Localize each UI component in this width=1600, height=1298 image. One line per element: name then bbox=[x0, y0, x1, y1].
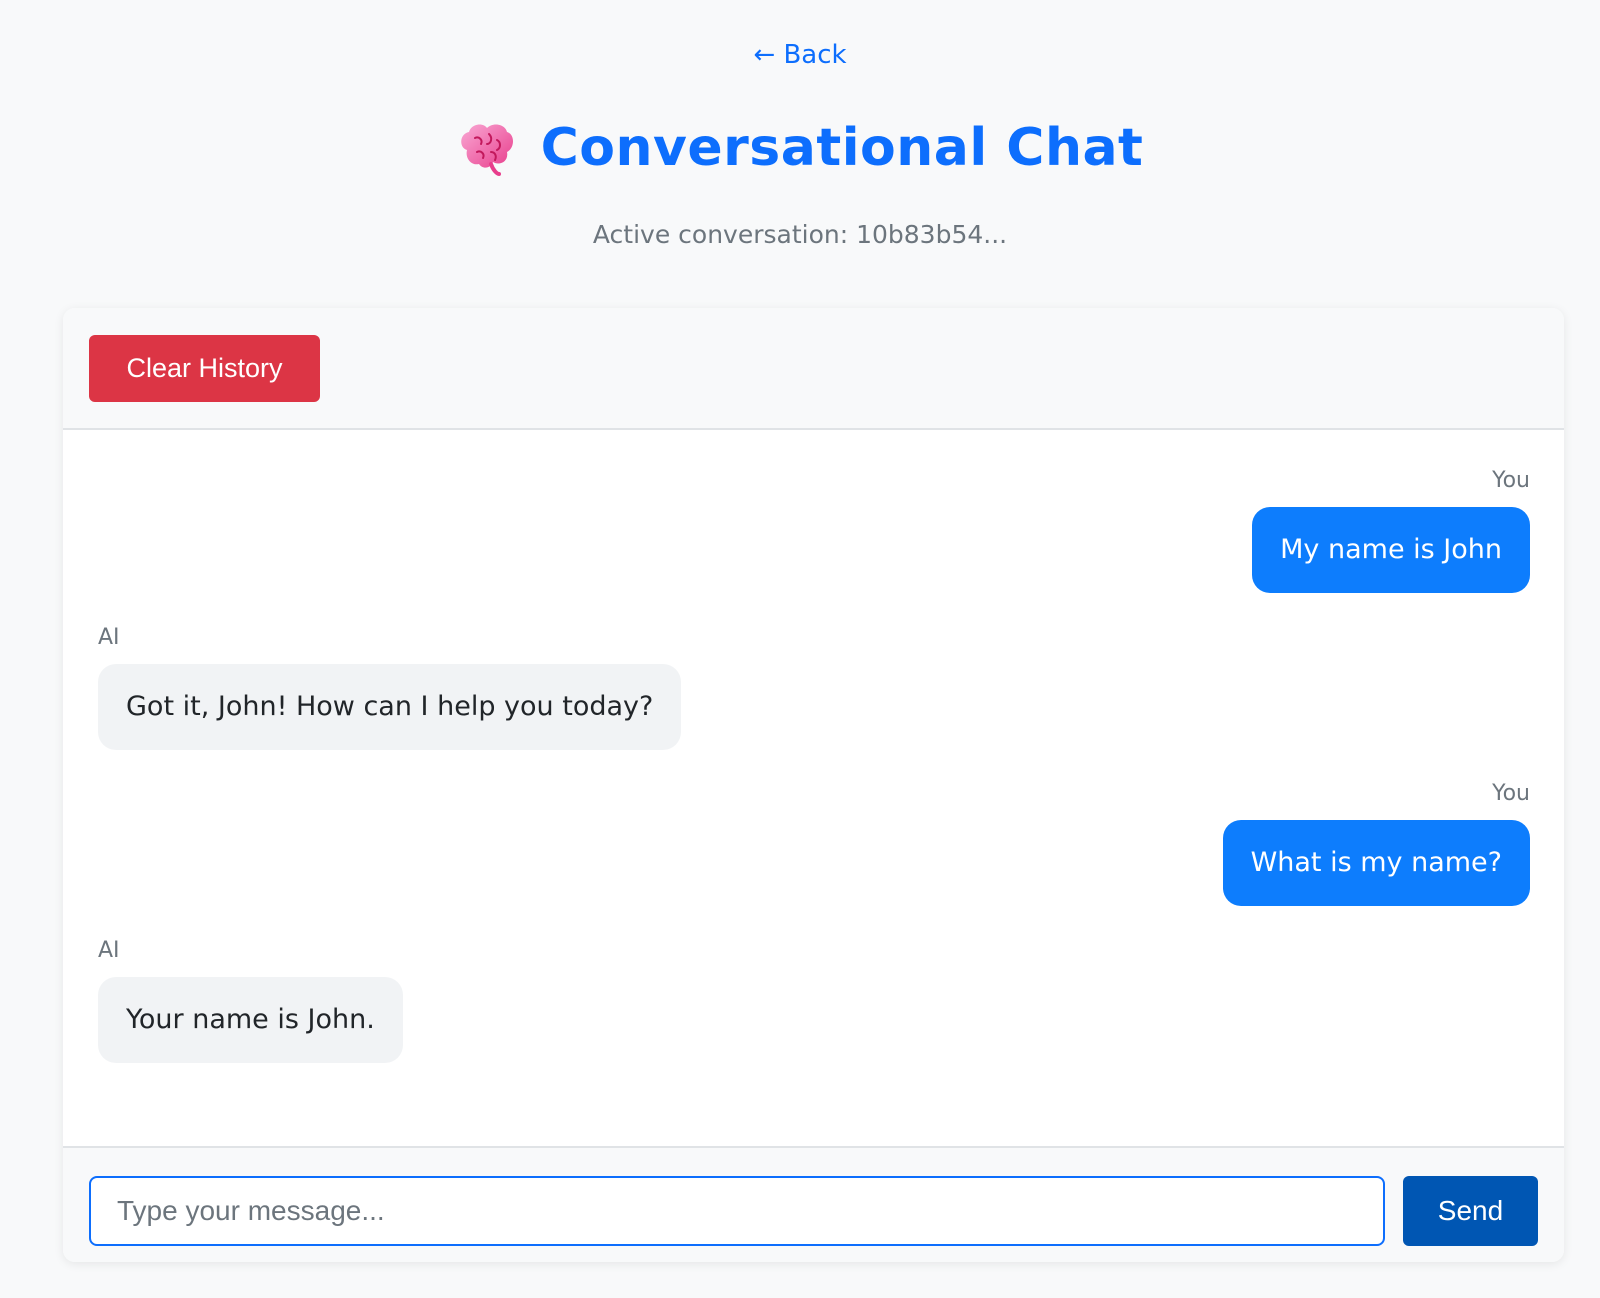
message-sender: AI bbox=[98, 625, 120, 650]
page-title: Conversational Chat bbox=[540, 118, 1144, 178]
message-input[interactable] bbox=[89, 1176, 1385, 1246]
user-message-bubble: My name is John bbox=[1252, 507, 1530, 593]
page-header: Conversational Chat bbox=[0, 118, 1600, 178]
conversation-id-label: Active conversation: 10b83b54... bbox=[592, 220, 1008, 249]
message-item: You What is my name? bbox=[1222, 781, 1530, 906]
clear-history-button[interactable]: Clear History bbox=[89, 335, 320, 402]
message-sender: AI bbox=[98, 938, 120, 963]
user-message-bubble: What is my name? bbox=[1222, 820, 1530, 906]
brain-icon bbox=[457, 120, 515, 176]
back-link-container: ← Back bbox=[0, 40, 1600, 70]
chat-card: Clear History You My name is John AI Got… bbox=[63, 308, 1564, 1262]
message-item: AI Your name is John. bbox=[98, 938, 403, 1063]
message-sender: You bbox=[1492, 781, 1530, 806]
message-item: You My name is John bbox=[1252, 468, 1530, 593]
message-composer: Send bbox=[63, 1146, 1564, 1262]
chat-toolbar: Clear History bbox=[63, 308, 1564, 430]
message-list[interactable]: You My name is John AI Got it, John! How… bbox=[63, 430, 1564, 1146]
ai-message-bubble: Your name is John. bbox=[98, 977, 403, 1063]
send-button[interactable]: Send bbox=[1403, 1176, 1538, 1246]
ai-message-bubble: Got it, John! How can I help you today? bbox=[98, 664, 682, 750]
message-sender: You bbox=[1492, 468, 1530, 493]
back-link[interactable]: ← Back bbox=[753, 40, 846, 70]
message-item: AI Got it, John! How can I help you toda… bbox=[98, 625, 682, 750]
